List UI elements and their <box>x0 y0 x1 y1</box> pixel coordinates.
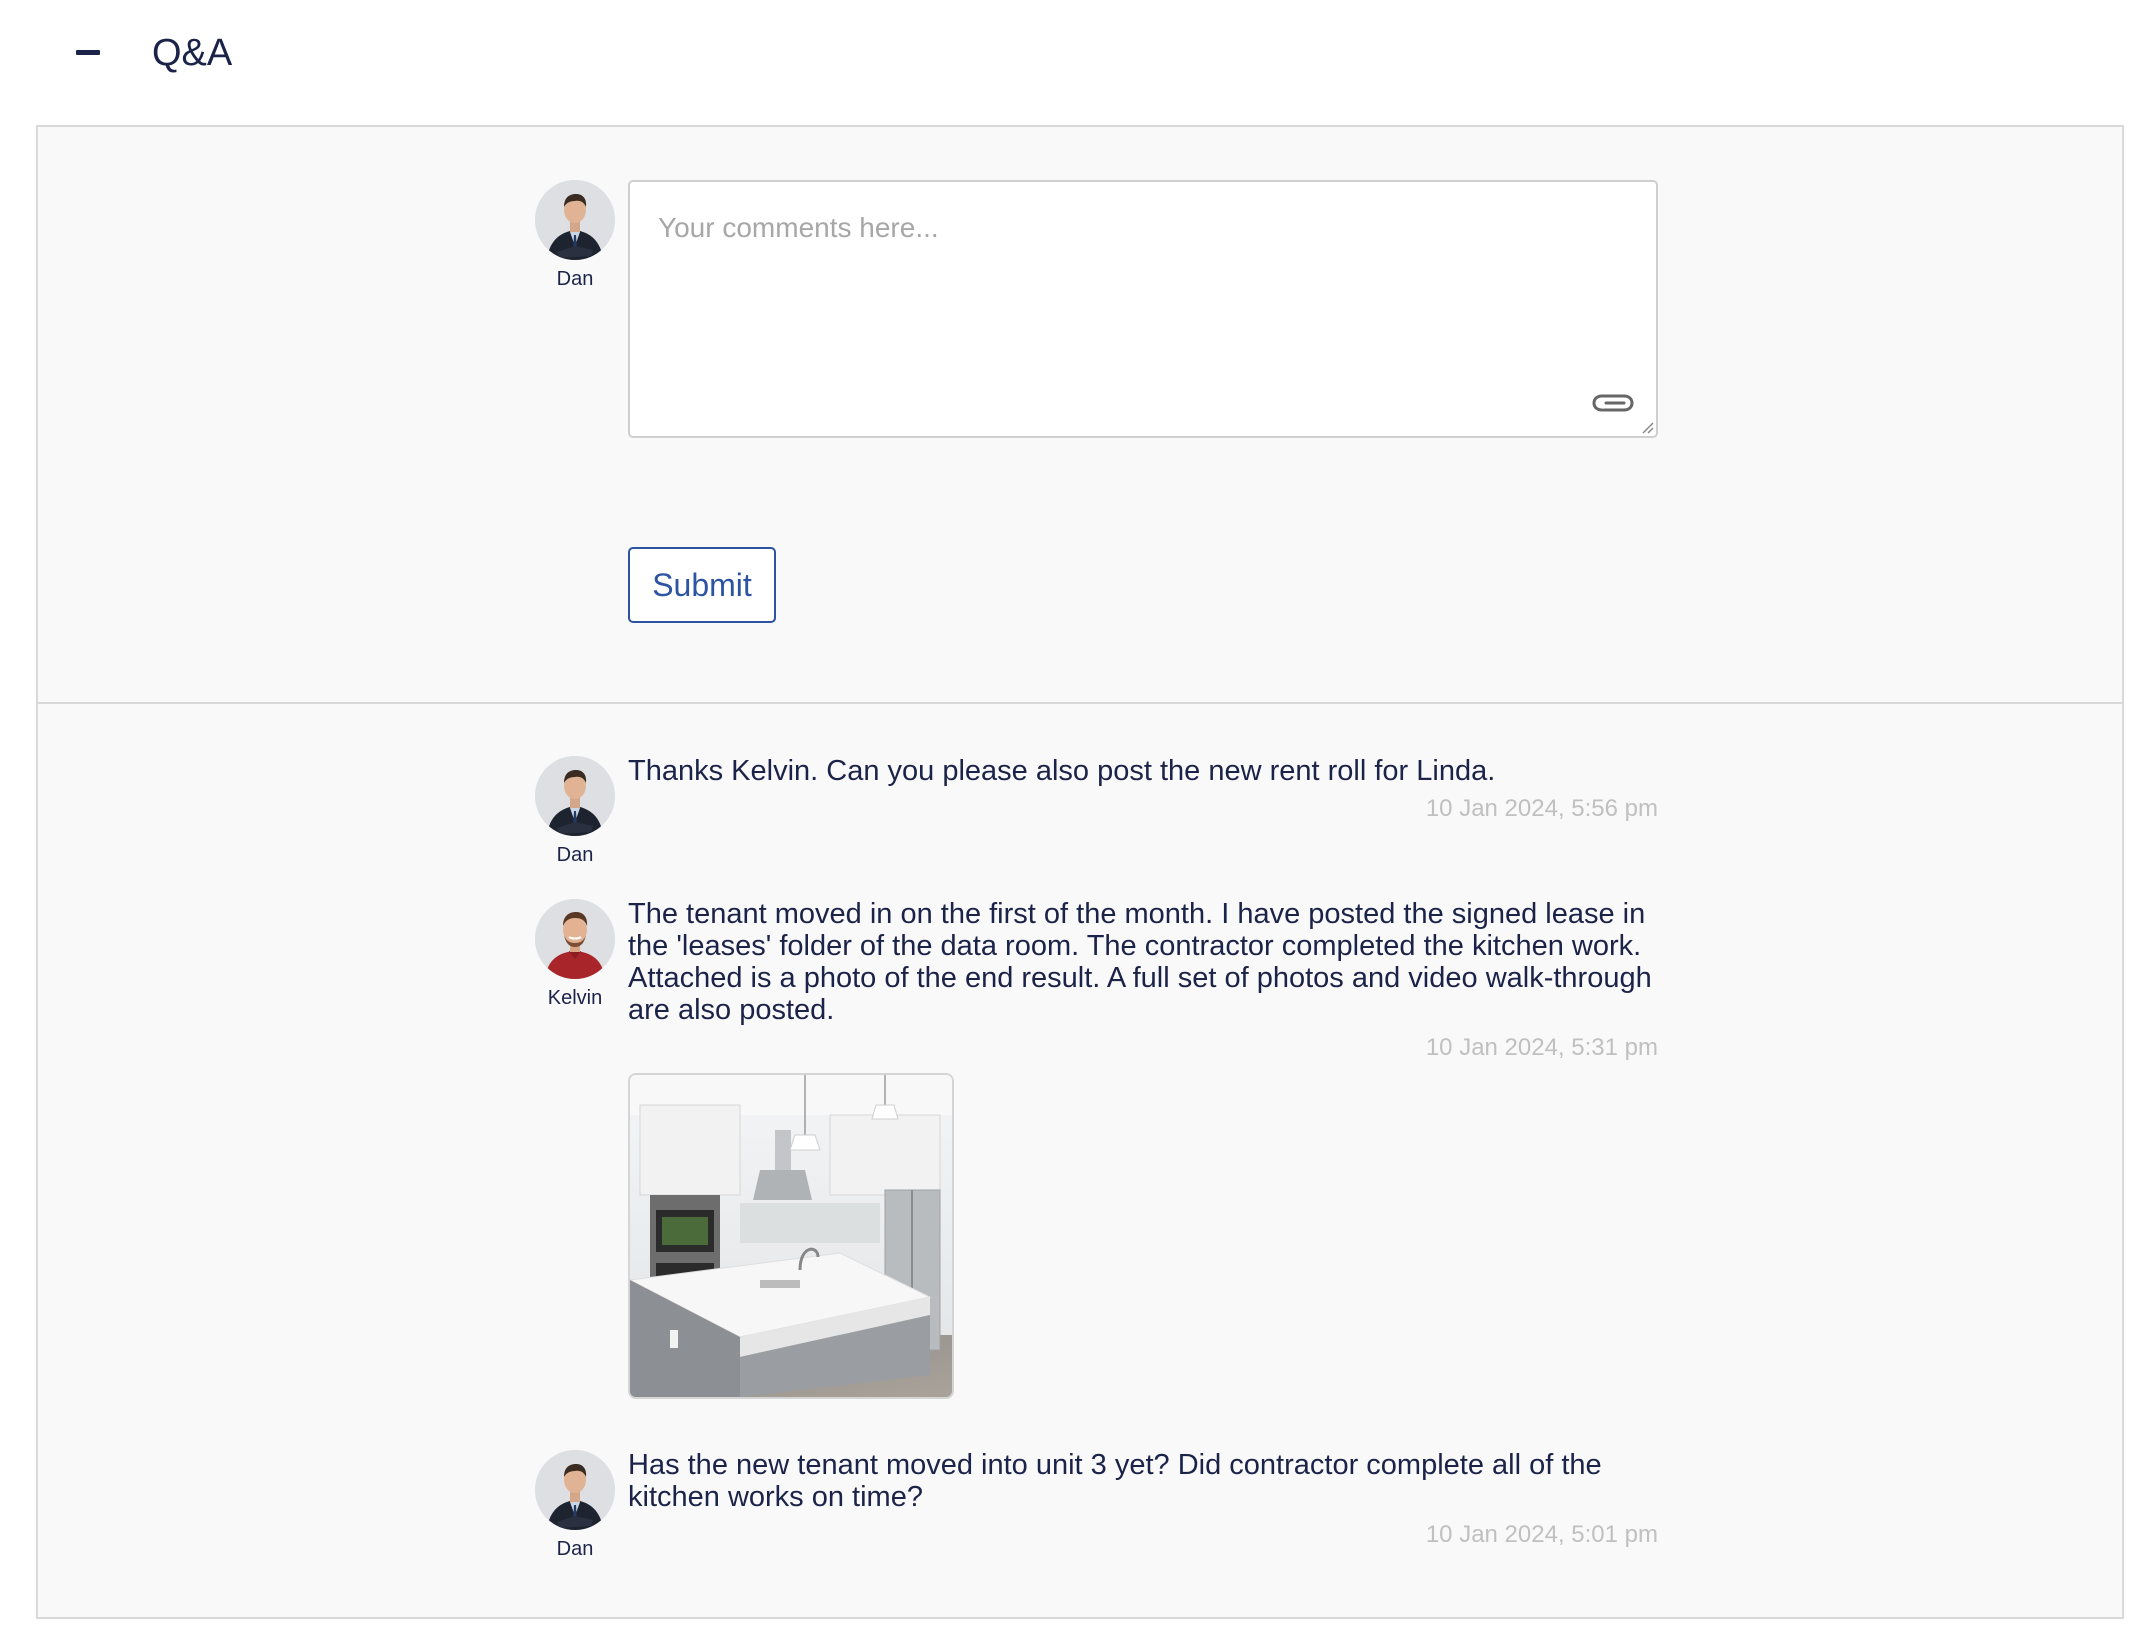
avatar <box>535 756 615 836</box>
avatar <box>535 899 615 979</box>
paperclip-icon[interactable] <box>1590 388 1636 418</box>
message-timestamp: 10 Jan 2024, 5:56 pm <box>1425 795 1658 822</box>
message-timestamp: 10 Jan 2024, 5:01 pm <box>1425 1521 1658 1548</box>
avatar <box>535 180 615 260</box>
comment-input[interactable] <box>630 182 1656 436</box>
avatar-name: Dan <box>556 1538 594 1560</box>
resize-grip-icon[interactable] <box>1640 420 1654 434</box>
message-text: The tenant moved in on the first of the … <box>628 898 1652 1026</box>
qa-header: Q&A <box>0 0 2152 110</box>
user-avatar-dan-icon <box>535 180 615 260</box>
avatar <box>535 1450 615 1530</box>
message-author: Kelvin <box>525 899 625 1010</box>
comment-box <box>628 180 1658 438</box>
message-text: Has the new tenant moved into unit 3 yet… <box>628 1449 1602 1513</box>
collapse-button[interactable] <box>62 34 112 70</box>
avatar-name: Dan <box>556 268 594 290</box>
section-title: Q&A <box>152 32 233 74</box>
user-avatar-dan-icon <box>535 1450 615 1530</box>
attachment-image[interactable] <box>628 1073 954 1399</box>
avatar-name: Dan <box>556 844 594 866</box>
message-author: Dan <box>525 1450 625 1561</box>
minus-icon <box>76 50 100 55</box>
user-avatar-kelvin-icon <box>535 899 615 979</box>
composer-author: Dan <box>525 180 625 291</box>
message-timestamp: 10 Jan 2024, 5:31 pm <box>1425 1034 1658 1061</box>
message-text: Thanks Kelvin. Can you please also post … <box>628 755 1496 787</box>
message-author: Dan <box>525 756 625 867</box>
user-avatar-dan-icon <box>535 756 615 836</box>
qa-panel: Dan Submit Dan Thanks Kel <box>36 125 2124 1619</box>
divider <box>38 702 2122 704</box>
kitchen-photo-icon <box>630 1075 952 1397</box>
submit-button[interactable]: Submit <box>628 547 776 623</box>
avatar-name: Kelvin <box>547 987 603 1009</box>
